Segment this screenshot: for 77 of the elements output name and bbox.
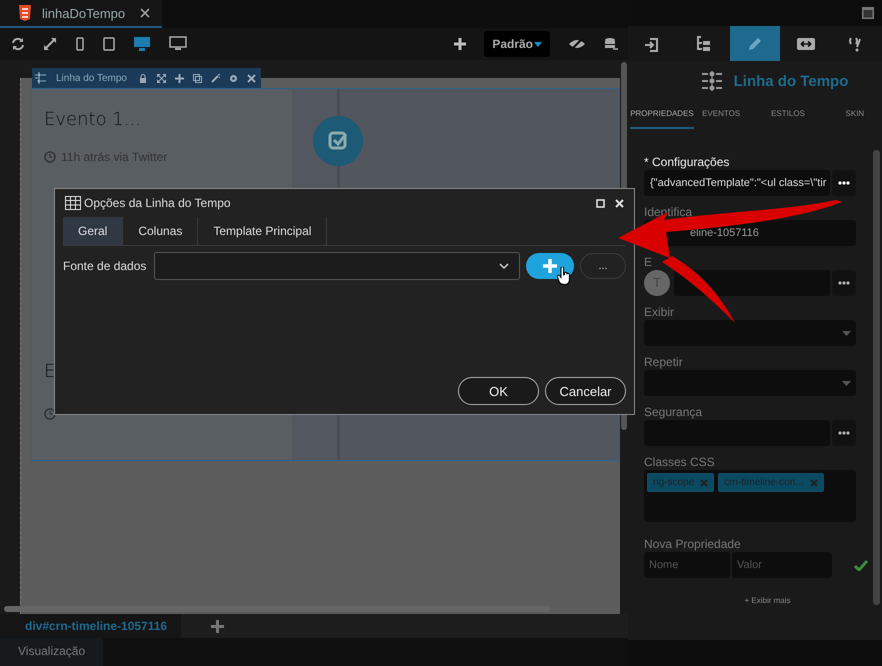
caret-icon xyxy=(842,380,851,386)
theme-dropdown[interactable]: Padrão xyxy=(484,31,550,57)
refresh-icon[interactable] xyxy=(11,37,25,51)
window-icon[interactable] xyxy=(862,7,874,19)
monitor-icon[interactable] xyxy=(169,36,187,52)
input-field[interactable] xyxy=(674,270,830,296)
hidden-eye-icon[interactable] xyxy=(568,38,586,50)
ellipsis-icon xyxy=(837,280,851,286)
fullscreen-icon[interactable] xyxy=(156,74,166,82)
event-title: Evento 1... xyxy=(44,109,142,130)
tablet-icon[interactable] xyxy=(103,37,115,51)
field-label: Classes CSS xyxy=(644,454,716,470)
close-icon[interactable] xyxy=(246,74,256,82)
input-field[interactable]: {"advancedTemplate":"<ul class=\"tir xyxy=(644,170,830,196)
editor-tab[interactable]: linhaDoTempo xyxy=(0,0,162,28)
maximize-icon[interactable] xyxy=(596,198,605,208)
tab-title: linhaDoTempo xyxy=(42,6,126,20)
select-field[interactable] xyxy=(644,320,856,346)
field-label: Segurança xyxy=(644,404,704,420)
caret-icon xyxy=(842,330,851,336)
ellipsis-icon xyxy=(837,430,851,436)
more-button[interactable] xyxy=(832,170,856,196)
table-icon xyxy=(65,196,81,210)
component-title: Linha do Tempo xyxy=(734,72,848,90)
resize-icon xyxy=(796,36,815,52)
more-button[interactable]: ... xyxy=(580,253,626,279)
dialog-button[interactable]: OK xyxy=(458,377,539,405)
phone-icon[interactable] xyxy=(75,37,85,51)
chevron-down-icon xyxy=(499,263,510,269)
copy-icon[interactable] xyxy=(192,74,202,82)
component-name: Linha do Tempo xyxy=(56,72,127,84)
field-label: Exibir xyxy=(644,304,676,320)
add-button[interactable] xyxy=(526,253,574,279)
html-file-icon xyxy=(18,5,32,21)
dialog-title: Opções da Linha do Tempo xyxy=(84,196,231,210)
timeline-icon xyxy=(35,72,47,84)
field-label: Nova Propriedade xyxy=(644,536,742,552)
view-tab[interactable]: Visualização xyxy=(0,638,104,666)
wand-icon[interactable] xyxy=(210,74,220,82)
dialog-tab[interactable]: Template Principal xyxy=(198,217,328,245)
plus-icon[interactable] xyxy=(454,38,466,50)
more-button[interactable] xyxy=(832,270,856,296)
input-field[interactable]: Valor xyxy=(732,552,832,578)
caret-icon xyxy=(534,42,542,46)
field-label: Repetir xyxy=(644,354,684,370)
scrollbar[interactable] xyxy=(4,606,550,612)
expand-icon[interactable] xyxy=(43,37,57,51)
ellipsis-icon xyxy=(837,180,851,186)
desktop-icon[interactable] xyxy=(133,36,151,52)
database-icon[interactable] xyxy=(604,37,618,51)
close-icon[interactable] xyxy=(140,8,150,18)
field-label: * Configurações xyxy=(644,154,730,170)
clock-icon xyxy=(44,151,56,163)
panel-tab[interactable]: EVENTOS xyxy=(694,101,748,129)
settings-icon[interactable] xyxy=(228,74,238,82)
check-badge-icon xyxy=(313,116,363,166)
input-field[interactable]: Nome xyxy=(644,552,730,578)
check-icon[interactable] xyxy=(854,560,868,570)
lock-icon[interactable] xyxy=(138,74,148,82)
clock-icon xyxy=(44,408,56,420)
show-more-link[interactable]: + Exibir mais xyxy=(679,596,856,605)
more-button[interactable] xyxy=(832,420,856,446)
hand-cursor-icon xyxy=(557,267,571,285)
field-label: Identifica xyxy=(644,204,694,220)
panel-tab[interactable]: ESTILOS xyxy=(748,101,828,129)
dialog-tab[interactable]: Colunas xyxy=(123,217,198,245)
scrollbar[interactable] xyxy=(873,150,880,605)
dialog-button[interactable]: Cancelar xyxy=(545,377,626,405)
event-title: E xyxy=(44,361,56,382)
field-label: Fonte de dados xyxy=(63,259,148,273)
select-field[interactable] xyxy=(644,370,856,396)
dialog-tab[interactable]: Geral xyxy=(63,217,124,245)
panel-tab[interactable]: PROPRIEDADES xyxy=(630,101,694,129)
timeline-icon xyxy=(702,69,722,93)
field-label: E xyxy=(644,254,654,270)
panel-tab[interactable]: SKIN xyxy=(828,101,882,129)
plus-icon[interactable] xyxy=(174,74,184,82)
